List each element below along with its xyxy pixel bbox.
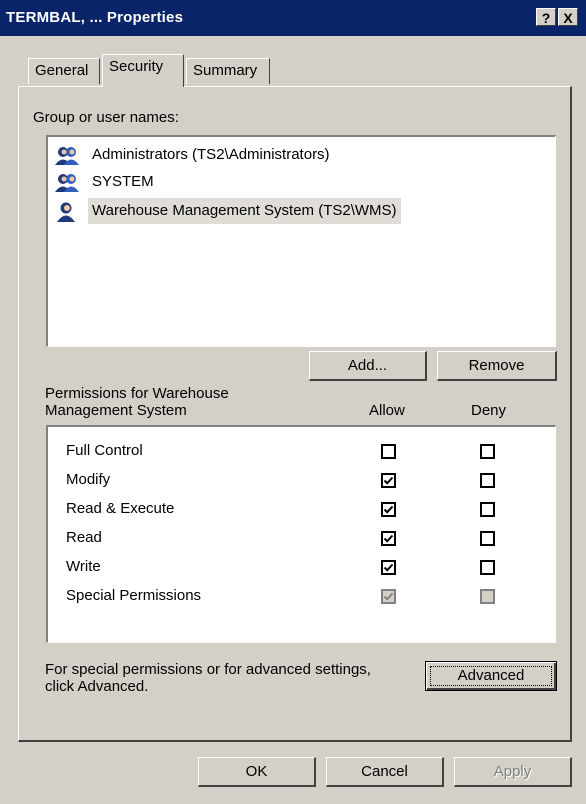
permissions-list: Full Control Modify Read & Execute Read … bbox=[46, 425, 556, 643]
user-name: Warehouse Management System (TS2\WMS) bbox=[88, 198, 401, 224]
help-button[interactable]: ? bbox=[536, 8, 556, 26]
permission-row: Read & Execute bbox=[66, 495, 174, 523]
allow-checkbox[interactable] bbox=[381, 531, 396, 546]
deny-checkbox[interactable] bbox=[480, 531, 495, 546]
list-item-selected[interactable]: Warehouse Management System (TS2\WMS) bbox=[54, 198, 534, 224]
allow-checkbox[interactable] bbox=[381, 502, 396, 517]
user-name: Administrators (TS2\Administrators) bbox=[92, 146, 330, 163]
group-icon bbox=[55, 174, 79, 192]
deny-checkbox[interactable] bbox=[480, 502, 495, 517]
allow-column-header: Allow bbox=[369, 402, 405, 419]
user-icon bbox=[57, 202, 75, 222]
permission-row: Write bbox=[66, 553, 101, 581]
apply-button[interactable]: Apply bbox=[454, 757, 572, 787]
remove-button[interactable]: Remove bbox=[437, 351, 557, 381]
group-icon bbox=[55, 147, 79, 165]
permission-name: Read & Execute bbox=[66, 500, 175, 517]
deny-checkbox bbox=[480, 589, 495, 604]
permission-name: Special Permissions bbox=[66, 587, 202, 604]
deny-checkbox[interactable] bbox=[480, 560, 495, 575]
deny-checkbox[interactable] bbox=[480, 444, 495, 459]
tab-general[interactable]: General bbox=[28, 58, 100, 84]
permissions-heading: Permissions for Warehouse Management Sys… bbox=[45, 385, 229, 419]
window-title: TERMBAL, ... Properties bbox=[6, 9, 184, 26]
user-name: SYSTEM bbox=[92, 173, 154, 190]
tab-summary[interactable]: Summary bbox=[186, 58, 270, 84]
user-list[interactable]: Administrators (TS2\Administrators) SYST… bbox=[46, 135, 556, 347]
tab-security[interactable]: Security bbox=[102, 54, 184, 87]
allow-checkbox[interactable] bbox=[381, 560, 396, 575]
add-button[interactable]: Add... bbox=[309, 351, 427, 381]
advanced-note: For special permissions or for advanced … bbox=[45, 661, 371, 695]
group-user-names-label: Group or user names: bbox=[33, 109, 179, 126]
deny-checkbox[interactable] bbox=[480, 473, 495, 488]
permission-name: Read bbox=[66, 529, 102, 546]
permission-name: Write bbox=[66, 558, 101, 575]
security-tab-panel: Group or user names: Administrators (TS2… bbox=[18, 86, 572, 742]
deny-column-header: Deny bbox=[471, 402, 507, 419]
permission-name: Full Control bbox=[66, 442, 143, 459]
permission-name: Modify bbox=[66, 471, 111, 488]
title-bar[interactable]: TERMBAL, ... Properties ? X bbox=[0, 0, 586, 36]
properties-window: TERMBAL, ... Properties ? X General Secu… bbox=[0, 0, 586, 804]
ok-button[interactable]: OK bbox=[198, 757, 316, 787]
permission-row: Read bbox=[66, 524, 102, 552]
allow-checkbox[interactable] bbox=[381, 444, 396, 459]
close-button[interactable]: X bbox=[558, 8, 578, 26]
allow-checkbox[interactable] bbox=[381, 473, 396, 488]
permission-row: Full Control bbox=[66, 437, 143, 465]
cancel-button[interactable]: Cancel bbox=[326, 757, 444, 787]
allow-checkbox bbox=[381, 589, 396, 604]
focus-ring bbox=[430, 666, 552, 686]
advanced-button[interactable]: Advanced bbox=[425, 661, 557, 691]
permission-row: Special Permissions bbox=[66, 582, 201, 610]
permission-row: Modify bbox=[66, 466, 110, 494]
